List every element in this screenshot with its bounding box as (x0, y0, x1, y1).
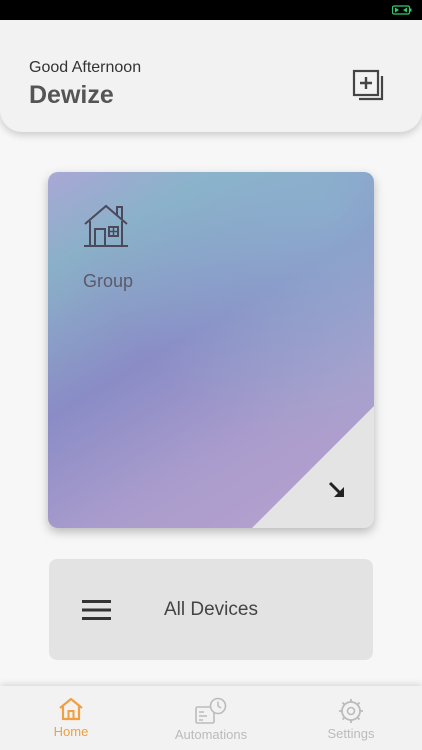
group-label: Group (83, 271, 134, 291)
card-corner (252, 406, 374, 528)
bottom-nav: Home Automations Settings (0, 686, 422, 750)
nav-automations-label: Automations (174, 727, 248, 742)
add-group-icon[interactable] (351, 69, 385, 103)
nav-home-label: Home (53, 724, 89, 739)
battery-icon (392, 5, 412, 15)
automations-icon (195, 697, 227, 724)
greeting-text: Good Afternoon (29, 59, 142, 76)
group-card[interactable]: Group (48, 172, 374, 528)
nav-home[interactable]: Home (40, 686, 102, 750)
header: Good Afternoon Dewize (0, 20, 422, 132)
status-bar (0, 0, 422, 20)
hamburger-menu-icon (82, 600, 111, 620)
nav-settings[interactable]: Settings (318, 686, 384, 750)
house-icon (84, 204, 128, 247)
all-devices-label: All Devices (164, 599, 258, 620)
user-name: Dewize (29, 81, 114, 109)
home-icon (59, 697, 83, 721)
nav-automations[interactable]: Automations (170, 686, 252, 750)
settings-icon (339, 699, 363, 723)
nav-settings-label: Settings (327, 726, 375, 741)
all-devices-button[interactable]: All Devices (49, 559, 373, 660)
arrow-down-right-icon (328, 481, 344, 497)
